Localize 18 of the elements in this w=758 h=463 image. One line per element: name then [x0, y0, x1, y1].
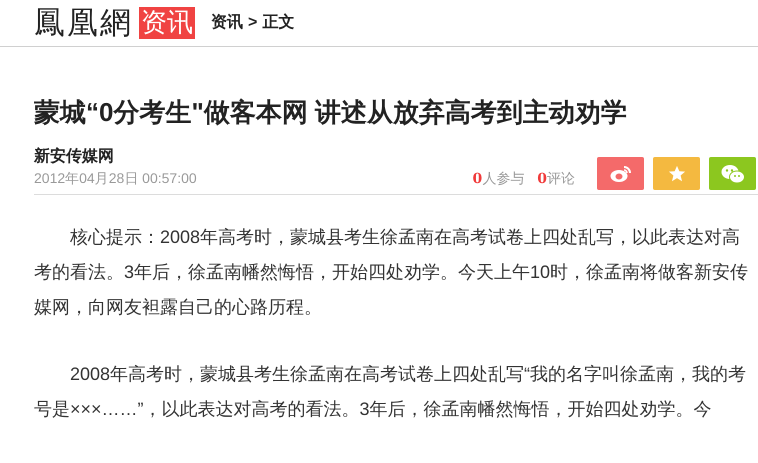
site-logo[interactable]: 鳳凰網: [34, 8, 133, 38]
wechat-share-button[interactable]: [709, 157, 756, 190]
breadcrumb-separator: >: [248, 13, 258, 33]
wechat-icon: [720, 164, 744, 184]
star-icon: [668, 164, 686, 182]
article-paragraph: 2008年高考时，蒙城县考生徐孟南在高考试卷上四处乱写“我的名字叫徐孟南，我的考号是×××……”，以此表达对高考的看法。3年后，徐孟南幡然悔悟，开始四处劝学。今: [34, 363, 748, 421]
article-paragraph: 核心提示：2008年高考时，蒙城县考生徐孟南在高考试卷上四处乱写，以此表达对高考的看法。3年后，徐孟南幡然悔悟，开始四处劝学。今天上午10时，徐孟南将做客新安传媒网，向网友袒露自己的心路历程。: [34, 226, 750, 319]
article-title: 蒙城“0分考生"做客本网 讲述从放弃高考到主动劝学: [34, 96, 628, 129]
weibo-share-button[interactable]: [597, 157, 644, 190]
breadcrumb-link[interactable]: 资讯: [211, 11, 243, 35]
channel-logo[interactable]: 资讯: [139, 7, 195, 39]
publish-date: 2012年04月28日 00:57:00: [34, 169, 197, 188]
breadcrumb-link[interactable]: 正文: [262, 11, 294, 35]
article-source: 新安传媒网: [34, 147, 115, 167]
weibo-icon: [610, 164, 632, 182]
comment-count[interactable]: 0评论: [537, 168, 575, 190]
participant-count[interactable]: 0人参与: [472, 168, 524, 190]
favorite-button[interactable]: [653, 157, 700, 190]
